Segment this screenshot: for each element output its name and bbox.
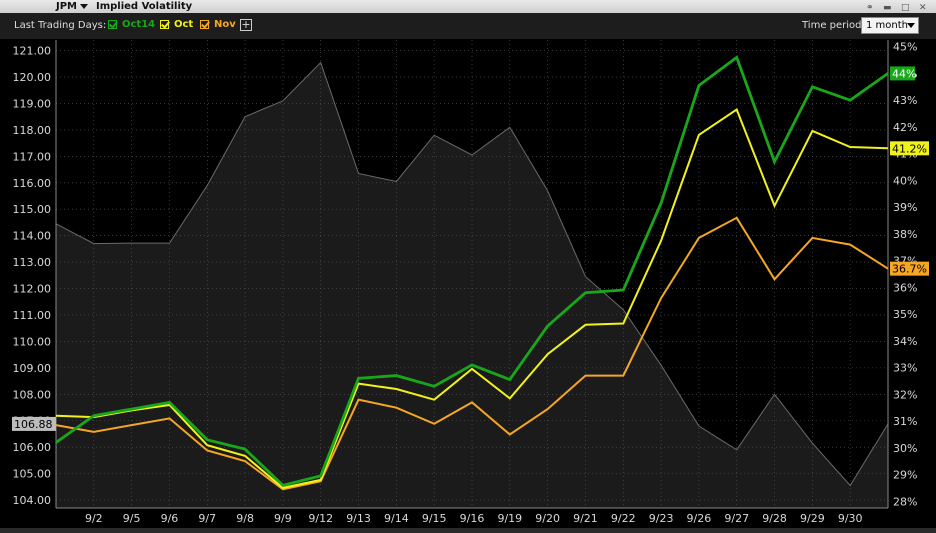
right-tick-label: 30% xyxy=(893,442,917,455)
left-tick-label: 113.00 xyxy=(13,256,52,269)
left-tick-label: 116.00 xyxy=(13,177,52,190)
right-tick-label: 36% xyxy=(893,281,917,294)
x-tick-label: 9/22 xyxy=(611,512,636,525)
left-tick-label: 106.00 xyxy=(13,441,52,454)
right-tick-label: 32% xyxy=(893,388,917,401)
left-tick-label: 114.00 xyxy=(13,230,52,243)
right-tick-label: 33% xyxy=(893,362,917,375)
implied-volatility-chart: 121.00 120.00 119.00 118.00 117.00 116.00 115.… xyxy=(12,40,929,525)
left-tick-label: 118.00 xyxy=(13,124,52,137)
left-tick-label: 121.00 xyxy=(13,45,52,58)
left-tick-label: 115.00 xyxy=(13,203,52,216)
x-tick-label: 9/23 xyxy=(649,512,674,525)
bottom-scroll-strip xyxy=(0,528,936,533)
last-value-label-oct14: 44% xyxy=(892,67,916,80)
right-tick-label: 34% xyxy=(893,335,917,348)
x-tick-label: 9/5 xyxy=(123,512,141,525)
x-tick-label: 9/27 xyxy=(724,512,749,525)
x-tick-label: 9/14 xyxy=(384,512,409,525)
left-tick-label: 110.00 xyxy=(13,335,52,348)
right-tick-label: 43% xyxy=(893,94,917,107)
x-tick-label: 9/9 xyxy=(274,512,292,525)
last-value-label-nov: 36.7% xyxy=(892,263,927,276)
left-tick-label: 111.00 xyxy=(13,309,52,322)
left-tick-label: 104.00 xyxy=(13,494,52,507)
x-tick-label: 9/2 xyxy=(85,512,103,525)
right-tick-label: 31% xyxy=(893,415,917,428)
right-tick-label: 29% xyxy=(893,469,917,482)
right-tick-label: 45% xyxy=(893,41,917,54)
x-tick-label: 9/26 xyxy=(687,512,712,525)
left-tick-label: 112.00 xyxy=(13,283,52,296)
left-tick-label: 117.00 xyxy=(13,150,52,163)
left-tick-label: 119.00 xyxy=(13,97,52,110)
right-tick-label: 38% xyxy=(893,228,917,241)
x-tick-label: 9/12 xyxy=(308,512,333,525)
left-tick-label: 105.00 xyxy=(13,468,52,481)
left-tick-label: 108.00 xyxy=(13,388,52,401)
x-tick-label: 9/20 xyxy=(535,512,560,525)
x-tick-label: 9/7 xyxy=(198,512,216,525)
x-tick-label: 9/13 xyxy=(346,512,371,525)
last-value-label-oct: 41.2% xyxy=(892,142,927,155)
x-tick-label: 9/19 xyxy=(497,512,522,525)
right-tick-label: 40% xyxy=(893,174,917,187)
right-tick-label: 35% xyxy=(893,308,917,321)
x-tick-label: 9/6 xyxy=(161,512,179,525)
x-tick-label: 9/15 xyxy=(422,512,447,525)
right-tick-label: 42% xyxy=(893,121,917,134)
x-tick-label: 9/28 xyxy=(762,512,787,525)
left-tick-label: 109.00 xyxy=(13,362,52,375)
right-tick-label: 39% xyxy=(893,201,917,214)
x-tick-label: 9/16 xyxy=(460,512,485,525)
current-price-label: 106.88 xyxy=(14,418,53,431)
x-tick-label: 9/8 xyxy=(236,512,254,525)
x-tick-label: 9/21 xyxy=(573,512,598,525)
right-tick-label: 28% xyxy=(893,495,917,508)
left-tick-label: 120.00 xyxy=(13,71,52,84)
x-tick-label: 9/30 xyxy=(838,512,863,525)
x-tick-label: 9/29 xyxy=(800,512,825,525)
